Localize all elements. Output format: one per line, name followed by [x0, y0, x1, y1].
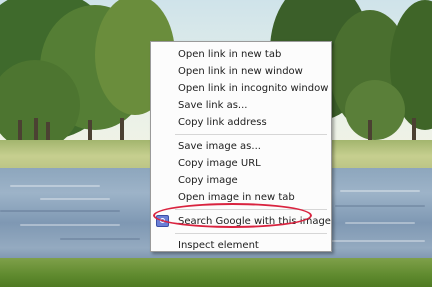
menu-item-save-image-as[interactable]: Save image as... — [151, 138, 331, 155]
menu-item-save-link-as[interactable]: Save link as... — [151, 97, 331, 114]
water-ripple — [335, 205, 425, 207]
water-ripple — [340, 190, 420, 192]
menu-item-open-link-new-window[interactable]: Open link in new window — [151, 63, 331, 80]
menu-item-search-google-image[interactable]: Search Google with this image — [151, 213, 331, 230]
water-ripple — [330, 240, 425, 242]
menu-separator — [175, 233, 327, 234]
water-ripple — [20, 224, 120, 226]
menu-separator — [175, 134, 327, 135]
water-ripple — [345, 222, 415, 224]
menu-item-open-link-incognito[interactable]: Open link in incognito window — [151, 80, 331, 97]
menu-item-label: Search Google with this image — [178, 216, 331, 227]
grass-bank — [0, 258, 432, 287]
water-ripple — [10, 185, 100, 187]
water-ripple — [0, 210, 120, 212]
water-ripple — [60, 238, 140, 240]
menu-separator — [175, 209, 327, 210]
menu-item-open-link-new-tab[interactable]: Open link in new tab — [151, 46, 331, 63]
menu-item-inspect-element[interactable]: Inspect element — [151, 237, 331, 254]
menu-item-copy-image-url[interactable]: Copy image URL — [151, 155, 331, 172]
tree — [345, 80, 405, 140]
menu-item-copy-link-address[interactable]: Copy link address — [151, 114, 331, 131]
context-menu: Open link in new tab Open link in new wi… — [150, 41, 332, 252]
water-ripple — [40, 198, 110, 200]
menu-item-copy-image[interactable]: Copy image — [151, 172, 331, 189]
menu-item-open-image-new-tab[interactable]: Open image in new tab — [151, 189, 331, 206]
search-by-image-icon — [156, 215, 169, 227]
